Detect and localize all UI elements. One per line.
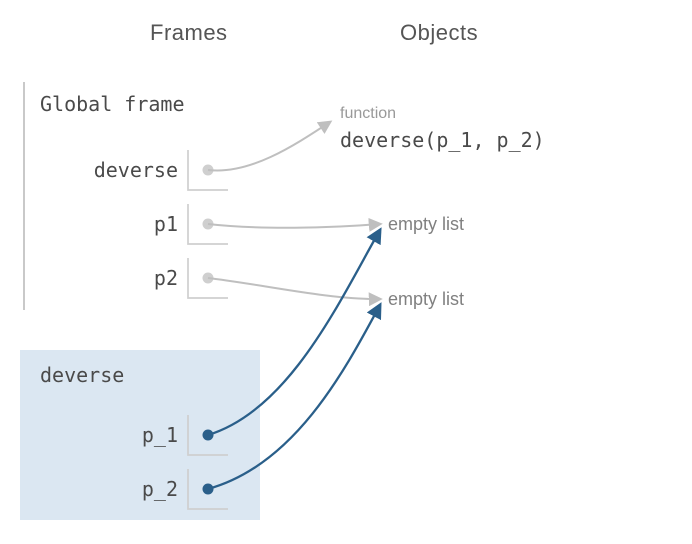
global-frame-title: Global frame <box>40 92 185 116</box>
local-frame-title: deverse <box>40 363 124 387</box>
var-p_2: p_2 <box>60 477 178 501</box>
objects-header: Objects <box>400 20 478 46</box>
function-tag: function <box>340 105 396 123</box>
frames-header: Frames <box>150 20 228 46</box>
var-deverse: deverse <box>60 158 178 182</box>
empty-list-1: empty list <box>388 214 464 235</box>
empty-list-2: empty list <box>388 289 464 310</box>
var-p_1: p_1 <box>60 423 178 447</box>
var-p1: p1 <box>60 212 178 236</box>
function-signature: deverse(p_1, p_2) <box>340 128 545 152</box>
var-p2: p2 <box>60 266 178 290</box>
